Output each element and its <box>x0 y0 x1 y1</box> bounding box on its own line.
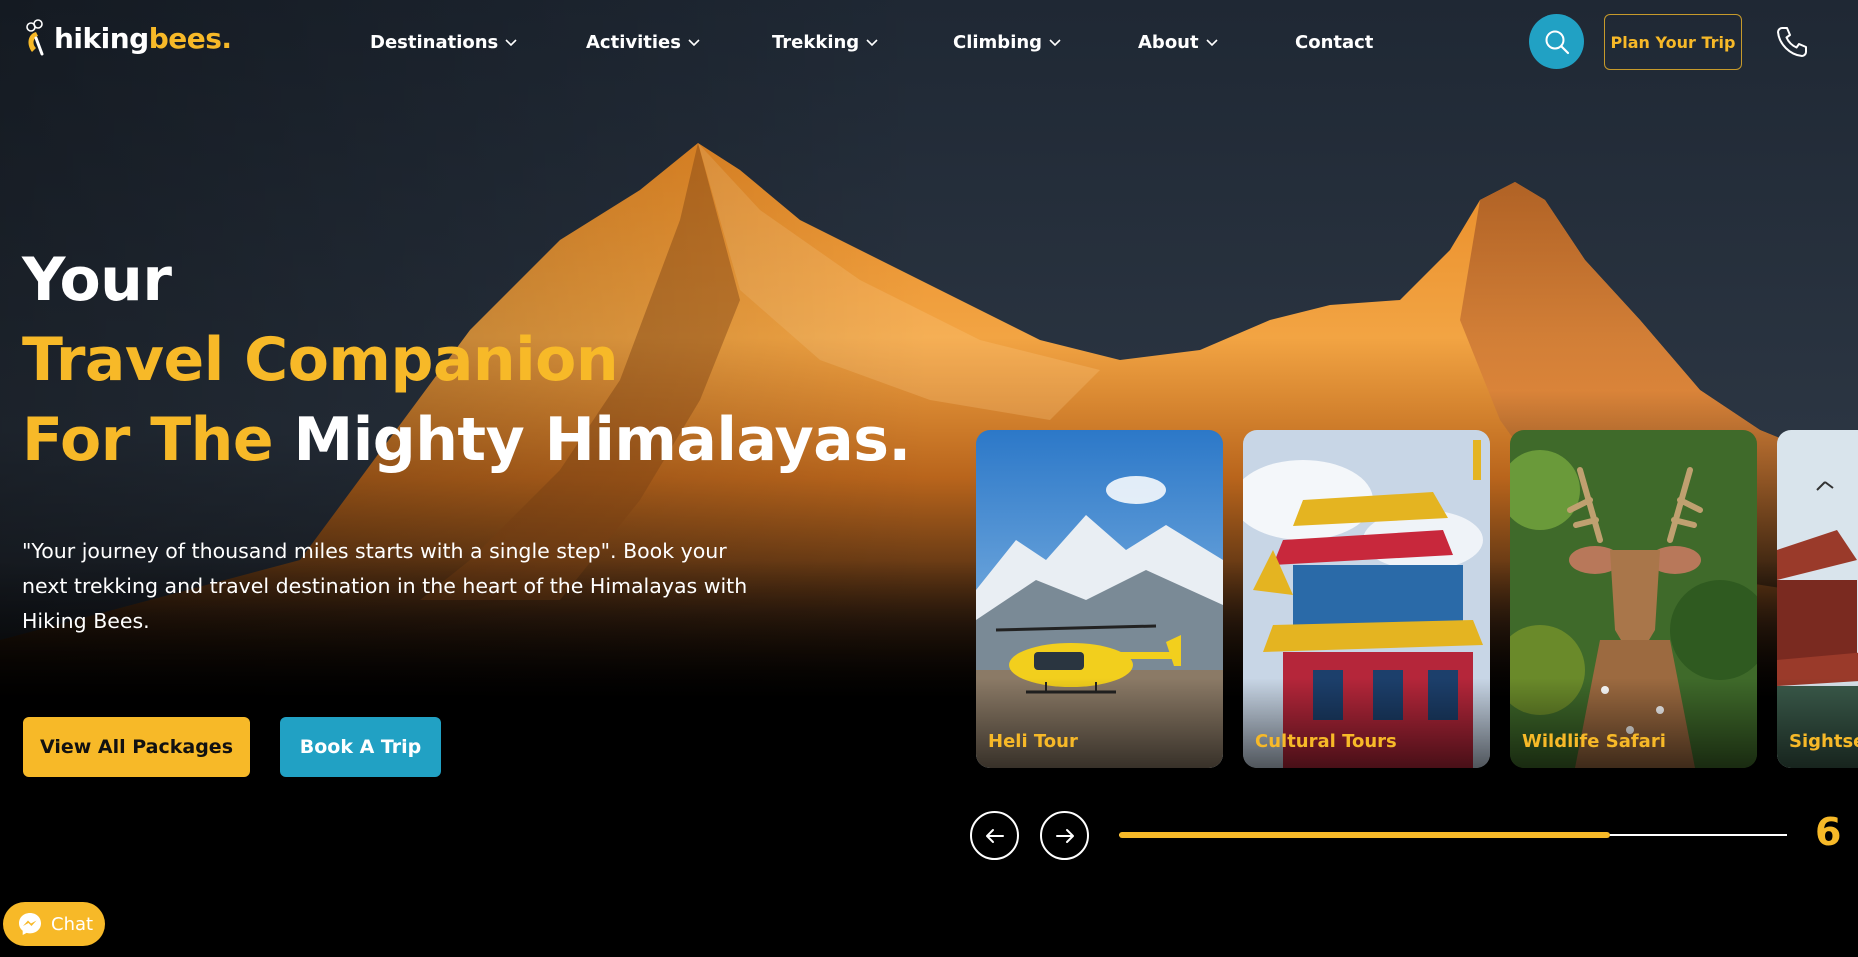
chevron-down-icon <box>505 39 517 47</box>
logo-text-hiking: hiking <box>54 21 149 55</box>
activity-carousel: Heli Tour Cultural Tours Wildlife Safari… <box>976 430 1858 768</box>
nav-item-label: Trekking <box>772 31 860 53</box>
bee-logo-icon <box>26 19 44 56</box>
chat-label: Chat <box>51 913 94 935</box>
chevron-down-icon <box>1049 39 1061 47</box>
arrow-right-icon <box>1055 828 1074 843</box>
card-shade <box>1510 678 1757 768</box>
main-nav: Destinations Activities Trekking Climbin… <box>370 26 1373 58</box>
chevron-down-icon <box>688 39 700 47</box>
arrow-left-icon <box>985 828 1004 843</box>
nav-item-label: About <box>1138 31 1199 53</box>
hero-subtitle: "Your journey of thousand miles starts w… <box>22 539 748 633</box>
activity-card-heli-tour[interactable]: Heli Tour <box>976 430 1223 768</box>
activity-card-wildlife-safari[interactable]: Wildlife Safari <box>1510 430 1757 768</box>
search-icon <box>1545 30 1569 54</box>
carousel-next-button[interactable] <box>1040 811 1089 860</box>
nav-item-label: Climbing <box>953 31 1043 53</box>
plan-your-trip-button[interactable]: Plan Your Trip <box>1604 14 1742 70</box>
hero-heading-line3-white: Mighty Himalayas. <box>293 405 911 475</box>
hero-heading-line3: For The Mighty Himalayas. <box>22 400 911 480</box>
card-shade <box>976 678 1223 768</box>
site-header: hiking bees. Destinations Activities Trek… <box>0 0 1858 84</box>
hero-heading-line1: Your <box>22 245 172 315</box>
nav-item-destinations[interactable]: Destinations <box>370 32 586 53</box>
carousel-prev-button[interactable] <box>970 811 1019 860</box>
card-shade <box>1243 678 1490 768</box>
activity-card-cultural-tours[interactable]: Cultural Tours <box>1243 430 1490 768</box>
carousel-slide-count: 6 <box>1815 810 1842 854</box>
chevron-down-icon <box>866 39 878 47</box>
card-label: Sightseeing <box>1789 731 1858 752</box>
card-label: Cultural Tours <box>1255 731 1397 752</box>
phone-icon <box>1777 27 1807 57</box>
view-all-packages-button[interactable]: View All Packages <box>23 717 250 777</box>
hero-heading-line3-gold: For The <box>22 405 274 475</box>
nav-item-contact[interactable]: Contact <box>1295 32 1373 53</box>
nav-item-activities[interactable]: Activities <box>586 32 772 53</box>
nav-item-climbing[interactable]: Climbing <box>953 32 1138 53</box>
brand-logo[interactable]: hiking bees. <box>22 12 232 64</box>
card-shade <box>1777 678 1858 768</box>
nav-item-label: Contact <box>1295 31 1374 53</box>
nav-item-trekking[interactable]: Trekking <box>772 32 953 53</box>
card-label: Heli Tour <box>988 731 1078 752</box>
search-button[interactable] <box>1529 14 1584 69</box>
chevron-down-icon <box>1206 39 1218 47</box>
nav-item-about[interactable]: About <box>1138 32 1295 53</box>
nav-item-label: Destinations <box>370 31 499 53</box>
card-label: Wildlife Safari <box>1522 731 1666 752</box>
phone-button[interactable] <box>1772 22 1812 62</box>
logo-text-bees: bees. <box>148 21 232 55</box>
messenger-icon <box>19 913 41 935</box>
activity-card-sightseeing[interactable]: Sightseeing <box>1777 430 1858 768</box>
chat-button[interactable]: Chat <box>3 902 105 946</box>
nav-item-label: Activities <box>586 31 681 53</box>
hero-heading-line2: Travel Companion <box>22 325 619 395</box>
carousel-progress-fill <box>1119 832 1610 838</box>
carousel-progress <box>1119 832 1787 838</box>
book-a-trip-button[interactable]: Book A Trip <box>280 717 441 777</box>
hero-heading: Your Travel Companion For The Mighty Him… <box>22 240 911 480</box>
